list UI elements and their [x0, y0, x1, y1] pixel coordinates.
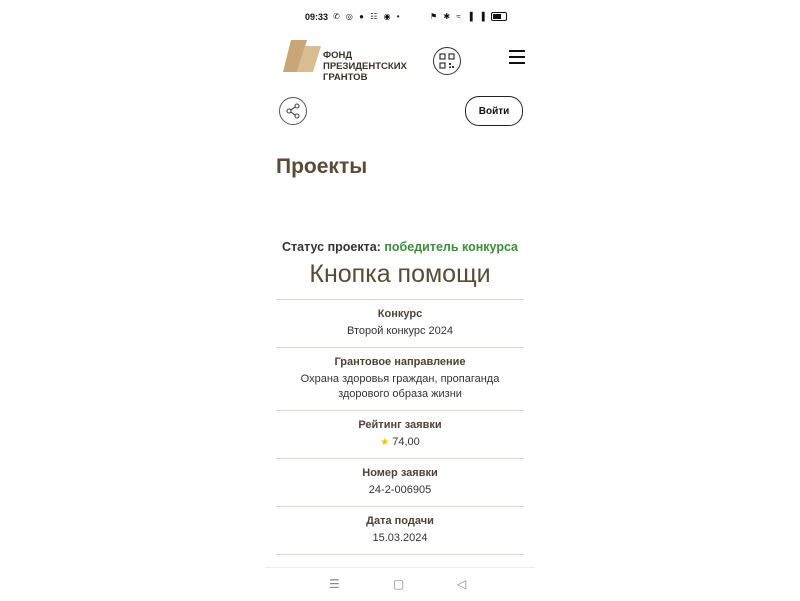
login-button[interactable]: Войти — [465, 96, 523, 126]
star-icon: ★ — [380, 437, 390, 448]
detail-label: Грантовое направление — [334, 356, 466, 368]
hamburger-menu-icon[interactable] — [509, 50, 525, 66]
logo-mark-icon — [283, 40, 321, 72]
detail-label: Номер заявки — [362, 467, 438, 479]
detail-row-contest: Конкурс Второй конкурс 2024 — [276, 299, 524, 347]
share-icon — [286, 103, 300, 119]
detail-value: 15.03.2024 — [372, 532, 428, 544]
logo[interactable]: ФОНД ПРЕЗИДЕНТСКИХ ГРАНТОВ — [283, 38, 413, 86]
detail-row-application-number: Номер заявки 24-2-006905 — [276, 458, 524, 506]
share-button[interactable] — [279, 97, 307, 125]
detail-label: Конкурс — [377, 308, 423, 320]
detail-value-rating: ★ 74,00 — [282, 435, 518, 450]
detail-label: Дата подачи — [366, 515, 434, 527]
detail-row-direction: Грантовое направление Охрана здоровья гр… — [276, 347, 524, 410]
back-icon[interactable]: ◁ — [457, 577, 466, 591]
home-icon[interactable]: ▢ — [393, 577, 404, 591]
project-status-label: Статус проекта: — [281, 240, 381, 254]
detail-row-rating: Рейтинг заявки ★ 74,00 — [276, 410, 524, 458]
detail-value: Второй конкурс 2024 — [346, 325, 454, 337]
logo-text-line-1: ФОНД — [323, 50, 353, 61]
logo-text-line-3: ГРАНТОВ — [323, 72, 368, 83]
notification-icons: ✆ ◎ ● ☷ ◉ • — [333, 12, 402, 21]
battery-icon — [490, 12, 507, 22]
detail-value: 24-2-006905 — [368, 484, 432, 496]
project-name: Кнопка помощи — [309, 260, 491, 288]
status-time: 09:33 — [305, 12, 329, 22]
project-status: Статус проекта: победитель конкурса — [265, 240, 535, 254]
detail-row-submission-date: Дата подачи 15.03.2024 — [276, 506, 524, 555]
detail-value: Охрана здоровья граждан, пропаганда здор… — [300, 373, 500, 400]
recent-apps-icon[interactable]: ☰ — [329, 577, 340, 591]
rating-value: 74,00 — [392, 436, 420, 448]
system-nav-bar: ☰ ▢ ◁ — [265, 567, 535, 601]
status-bar: 09:33 ✆ ◎ ● ☷ ◉ • ⚑ ✱ ≈ ▐ ▐ — [265, 10, 535, 26]
system-icons: ⚑ ✱ ≈ ▐ ▐ — [430, 12, 507, 22]
project-details: Конкурс Второй конкурс 2024 Грантовое на… — [276, 299, 524, 555]
project-status-value: победитель конкурса — [384, 240, 519, 254]
qr-code-button[interactable] — [433, 47, 461, 75]
logo-text: ФОНД ПРЕЗИДЕНТСКИХ ГРАНТОВ — [323, 50, 407, 83]
page-title: Проекты — [276, 155, 368, 178]
phone-screen: 09:33 ✆ ◎ ● ☷ ◉ • ⚑ ✱ ≈ ▐ ▐ ФОНД ПРЕЗИДЕ… — [265, 0, 535, 600]
system-status-icons: ⚑ ✱ ≈ ▐ ▐ — [430, 12, 487, 21]
detail-label: Рейтинг заявки — [358, 419, 442, 431]
qr-code-icon — [439, 53, 455, 69]
logo-text-line-2: ПРЕЗИДЕНТСКИХ — [323, 61, 407, 72]
